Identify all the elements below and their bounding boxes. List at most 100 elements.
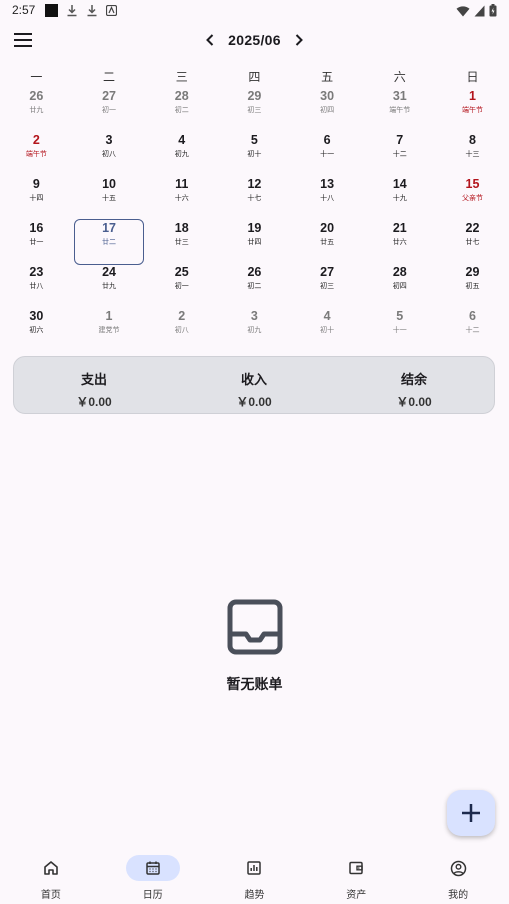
calendar-day-cell[interactable]: 8 十三	[436, 130, 509, 174]
calendar-day-cell[interactable]: 14 十九	[363, 174, 436, 218]
nav-item-calendar[interactable]: 日历	[102, 846, 204, 904]
calendar-day-cell[interactable]: 29 初五	[436, 262, 509, 306]
lunar-date: 廿九	[29, 106, 44, 114]
calendar-day-cell[interactable]: 22 廿七	[436, 218, 509, 262]
day-number: 31	[392, 89, 407, 103]
nav-item-profile[interactable]: 我的	[407, 846, 509, 904]
lunar-date: 初二	[174, 106, 189, 114]
calendar-day-cell[interactable]: 20 廿五	[291, 218, 364, 262]
calendar-day-cell[interactable]: 1 端午节	[436, 86, 509, 130]
calendar-day-cell[interactable]: 15 父亲节	[436, 174, 509, 218]
weekday-label: 二	[103, 70, 116, 84]
calendar-day-cell[interactable]: 7 十二	[363, 130, 436, 174]
empty-state-text: 暂无账单	[226, 677, 283, 693]
calendar-day-cell[interactable]: 23 廿八	[0, 262, 73, 306]
home-icon	[44, 861, 58, 875]
download-icon	[87, 5, 97, 17]
lunar-date: 端午节	[25, 150, 47, 158]
chevron-right-icon	[295, 34, 303, 46]
day-number: 24	[102, 265, 116, 279]
calendar-day-cell[interactable]: 2 初八	[145, 306, 218, 350]
calendar-day-cell[interactable]: 4 初九	[145, 130, 218, 174]
lunar-date: 廿七	[465, 238, 480, 246]
day-number: 27	[320, 265, 335, 279]
calendar-day-cell[interactable]: 24 廿九	[73, 262, 146, 306]
notification-square-icon	[45, 4, 58, 17]
day-number: 7	[396, 133, 404, 147]
calendar-day-cell[interactable]: 25 初一	[145, 262, 218, 306]
calendar-day-cell[interactable]: 19 廿四	[218, 218, 291, 262]
calendar-day-cell[interactable]: 18 廿三	[145, 218, 218, 262]
lunar-date: 初八	[174, 326, 189, 334]
day-number: 28	[392, 265, 407, 279]
nav-item-assets[interactable]: 资产	[305, 846, 407, 904]
calendar-day-cell[interactable]: 2 端午节	[0, 130, 73, 174]
calendar-day-cell[interactable]: 5 十一	[363, 306, 436, 350]
lunar-date: 廿二	[102, 238, 117, 246]
lunar-date: 廿八	[29, 282, 44, 290]
battery-icon	[489, 4, 497, 17]
day-number: 6	[468, 309, 476, 323]
calendar-day-cell-selected[interactable]: 17 廿二	[73, 218, 146, 265]
calendar-day-cell[interactable]: 21 廿六	[363, 218, 436, 262]
calendar-day-cell[interactable]: 29 初三	[218, 86, 291, 130]
day-number: 25	[174, 265, 189, 279]
chart-icon	[247, 861, 262, 875]
day-number: 1	[468, 89, 476, 103]
weekday-label: 日	[466, 70, 479, 84]
lunar-date: 十六	[174, 194, 189, 202]
lunar-date: 初五	[465, 282, 480, 290]
calendar-grid: 26 廿九 27 初一 28 初二 29 初三 30 初四 31 端午节 1 端午节 2 端午节 3 初八 4 初九 5…	[0, 86, 509, 350]
calendar-day-cell[interactable]: 3 初八	[73, 130, 146, 174]
income-value: ￥0.00	[236, 395, 272, 409]
calendar-day-cell[interactable]: 3 初九	[218, 306, 291, 350]
balance-summary: 结余 ￥0.00	[334, 357, 494, 413]
calendar-day-cell[interactable]: 31 端午节	[363, 86, 436, 130]
next-month-button[interactable]	[291, 32, 307, 48]
balance-label: 结余	[400, 373, 427, 388]
day-number: 10	[102, 177, 116, 191]
lunar-date: 廿三	[174, 238, 189, 246]
day-number: 12	[247, 177, 262, 191]
calendar-week-row: 23 廿八 24 廿九 25 初一 26 初二 27 初三 28 初四 29 初五	[0, 262, 509, 306]
calendar-day-cell[interactable]: 5 初十	[218, 130, 291, 174]
lunar-date: 父亲节	[461, 194, 483, 202]
expense-value: ￥0.00	[76, 395, 112, 409]
nav-item-trend[interactable]: 趋势	[204, 846, 306, 904]
calendar-day-cell[interactable]: 27 初一	[73, 86, 146, 130]
nav-item-home[interactable]: 首页	[0, 846, 102, 904]
lunar-date: 廿一	[29, 238, 44, 246]
prev-month-button[interactable]	[202, 32, 218, 48]
calendar-day-cell[interactable]: 13 十八	[291, 174, 364, 218]
weekday-label: 五	[321, 70, 334, 84]
wifi-icon	[456, 5, 470, 16]
calendar-day-cell[interactable]: 4 初十	[291, 306, 364, 350]
calendar-day-cell[interactable]: 30 初六	[0, 306, 73, 350]
calendar-day-cell[interactable]: 30 初四	[291, 86, 364, 130]
weekday-label: 四	[248, 70, 261, 84]
calendar-day-cell[interactable]: 9 十四	[0, 174, 73, 218]
signal-icon	[474, 5, 485, 16]
nav-label: 资产	[346, 890, 367, 901]
calendar-day-cell[interactable]: 6 十一	[291, 130, 364, 174]
calendar-day-cell[interactable]: 10 十五	[73, 174, 146, 218]
day-number: 17	[102, 221, 116, 235]
calendar-day-cell[interactable]: 12 十七	[218, 174, 291, 218]
calendar-day-cell[interactable]: 11 十六	[145, 174, 218, 218]
calendar-day-cell[interactable]: 28 初四	[363, 262, 436, 306]
calendar-day-cell[interactable]: 16 廿一	[0, 218, 73, 262]
calendar-day-cell[interactable]: 26 廿九	[0, 86, 73, 130]
lunar-date: 十四	[29, 194, 44, 202]
add-record-button[interactable]	[447, 790, 495, 836]
day-number: 30	[320, 89, 335, 103]
lunar-date: 初四	[320, 106, 335, 114]
lunar-date: 初六	[29, 326, 44, 334]
calendar-day-cell[interactable]: 28 初二	[145, 86, 218, 130]
calendar-day-cell[interactable]: 6 十二	[436, 306, 509, 350]
calendar-week-row: 30 初六 1 建党节 2 初八 3 初九 4 初十 5 十一 6 十二	[0, 306, 509, 350]
month-title[interactable]: 2025/06	[228, 32, 281, 48]
lunar-date: 初三	[247, 106, 262, 114]
calendar-day-cell[interactable]: 27 初三	[291, 262, 364, 306]
calendar-day-cell[interactable]: 1 建党节	[73, 306, 146, 350]
calendar-day-cell[interactable]: 26 初二	[218, 262, 291, 306]
